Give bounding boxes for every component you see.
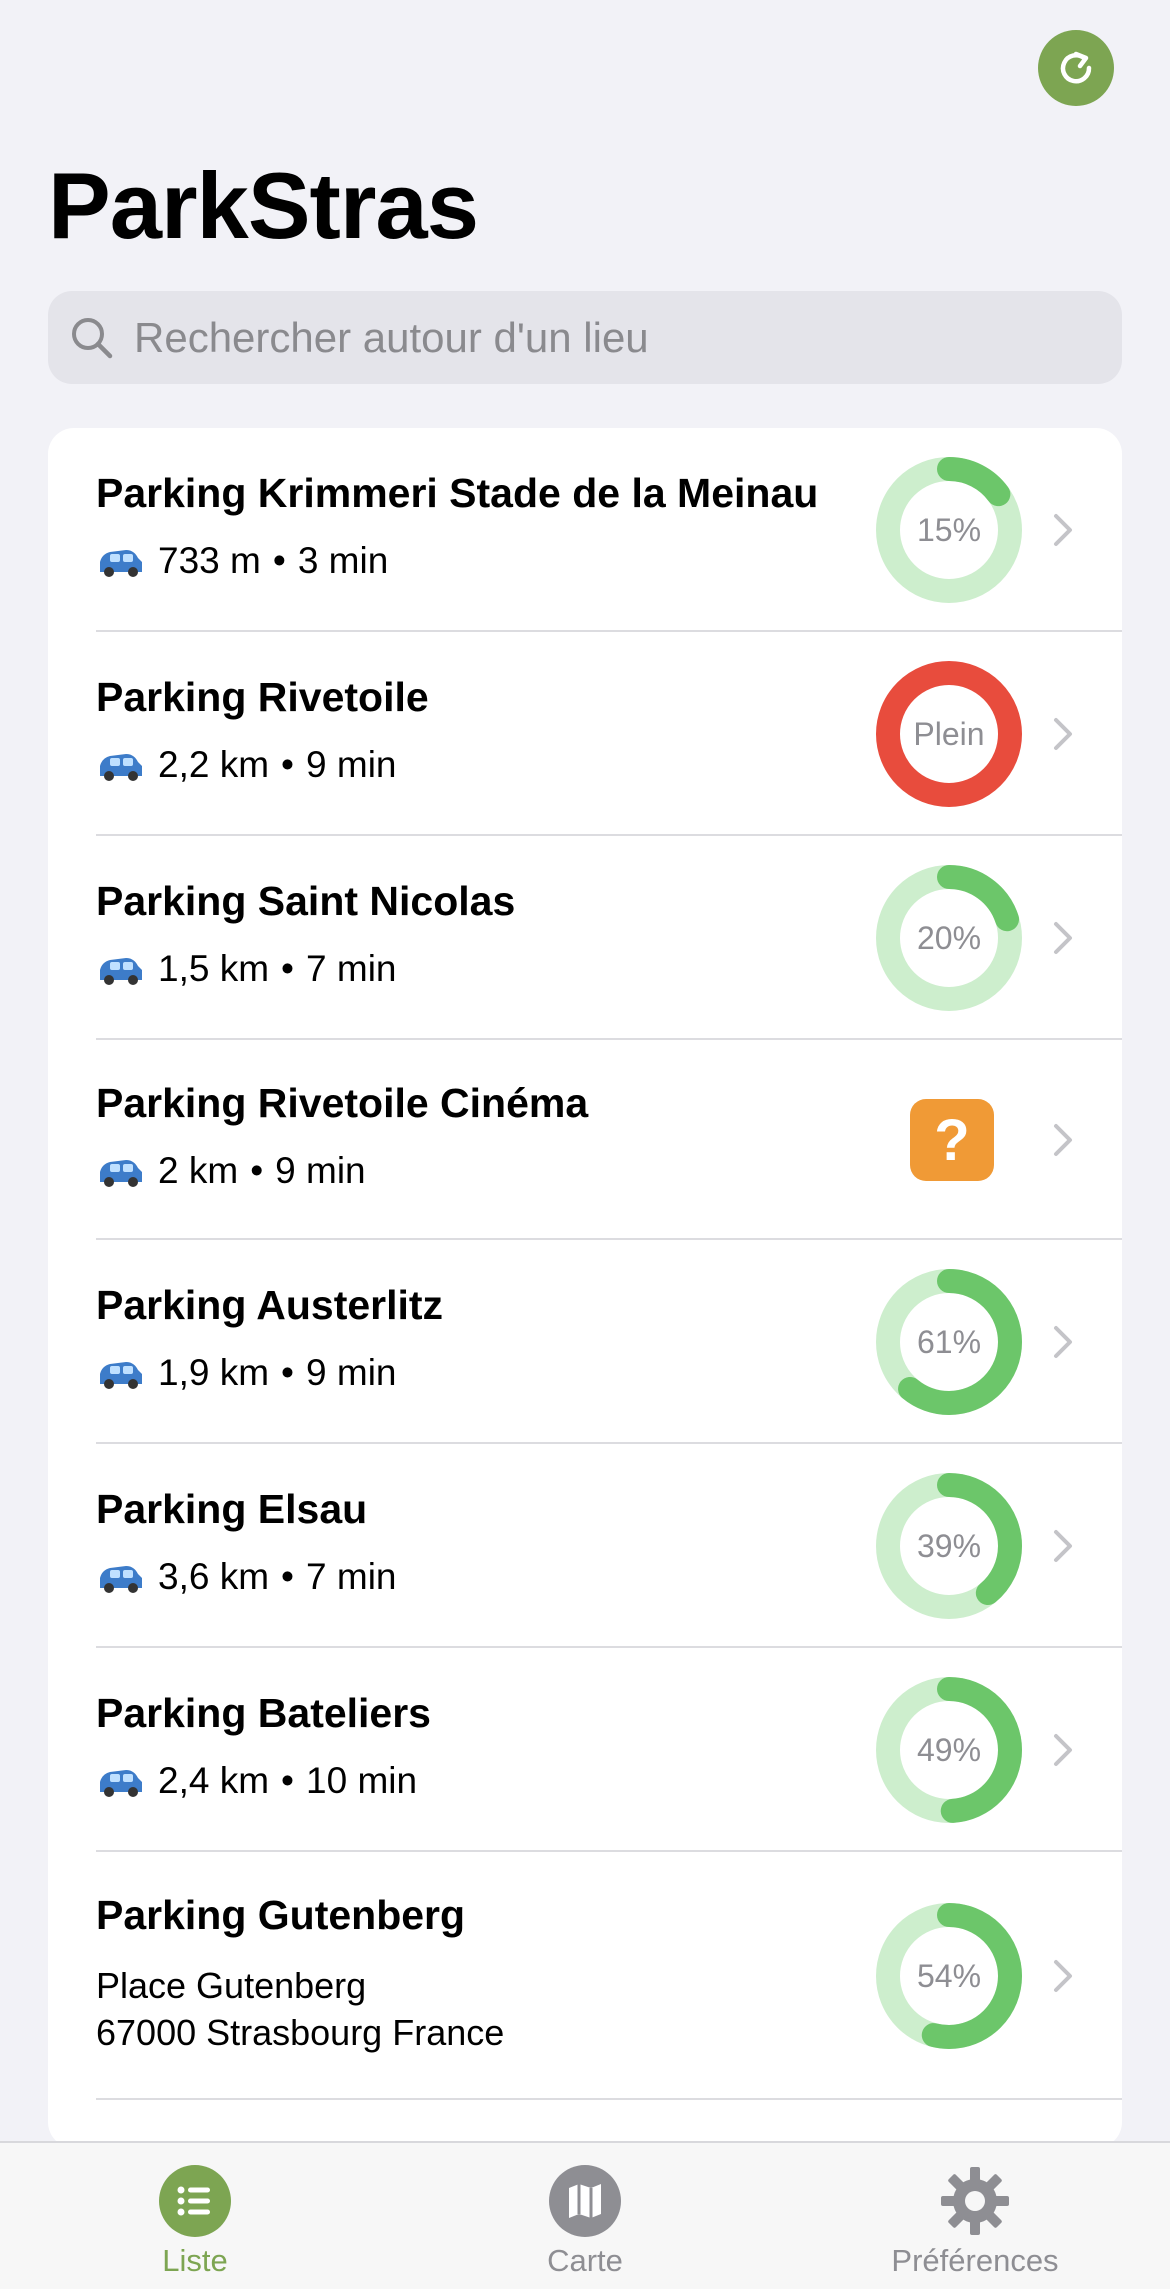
parking-distance: 733 m: [158, 540, 261, 581]
parking-distance: 3,6 km: [158, 1556, 270, 1597]
tab-label: Carte: [547, 2243, 623, 2278]
unknown-status-badge: ?: [910, 1099, 994, 1181]
occupancy-label: 39%: [916, 1527, 982, 1564]
occupancy-label: 54%: [916, 1957, 982, 1994]
list-icon: [159, 2165, 231, 2237]
parking-address-line1: Place Gutenberg: [96, 1965, 367, 2006]
car-icon: [100, 1362, 142, 1389]
separator-dot: •: [281, 744, 295, 785]
separator-dot: •: [250, 1150, 264, 1191]
separator-dot: •: [281, 1760, 295, 1801]
chevron-right-icon: [1054, 1530, 1072, 1562]
parking-name: Parking Krimmeri Stade de la Meinau: [96, 470, 819, 516]
page-title: ParkStras: [48, 153, 479, 258]
occupancy-gauge: 15%: [876, 457, 1022, 603]
search-icon: [72, 317, 113, 358]
parking-name: Parking Elsau: [96, 1486, 368, 1532]
occupancy-gauge: 49%: [876, 1677, 1022, 1823]
parking-time: 10 min: [306, 1760, 418, 1801]
parking-name: Parking Rivetoile: [96, 674, 429, 720]
parking-name: Parking Austerlitz: [96, 1282, 444, 1328]
chevron-right-icon: [1054, 1960, 1072, 1992]
parking-time: 3 min: [297, 540, 389, 581]
parking-row[interactable]: Parking Gutenberg Place Gutenberg 67000 …: [48, 1852, 1122, 2100]
car-icon: [100, 550, 142, 577]
occupancy-label: 49%: [916, 1731, 982, 1768]
parking-time: 9 min: [306, 744, 397, 785]
tab-carte[interactable]: Carte: [500, 2143, 670, 2289]
chevron-right-icon: [1054, 1124, 1072, 1156]
car-icon: [100, 1160, 142, 1187]
parking-distance: 2,4 km: [158, 1760, 270, 1801]
parking-row[interactable]: Parking Austerlitz 1,9 km • 9 min 61%: [48, 1240, 1122, 1444]
parking-name: Parking Bateliers: [96, 1690, 431, 1736]
refresh-button[interactable]: [1038, 30, 1114, 106]
car-icon: [100, 754, 142, 781]
parking-name: Parking Gutenberg: [96, 1892, 466, 1938]
parking-row[interactable]: Parking Bateliers 2,4 km • 10 min 49%: [48, 1648, 1122, 1852]
chevron-right-icon: [1054, 1326, 1072, 1358]
parking-row[interactable]: Parking Rivetoile 2,2 km • 9 min Plein: [48, 632, 1122, 836]
tab-label: Préférences: [891, 2243, 1059, 2278]
chevron-right-icon: [1054, 514, 1072, 546]
occupancy-gauge: 39%: [876, 1473, 1022, 1619]
separator-dot: •: [281, 948, 295, 989]
map-icon: [549, 2165, 621, 2237]
parking-travel-info: 1,5 km • 7 min: [96, 948, 397, 990]
search-bar[interactable]: [48, 291, 1122, 384]
parking-address-line2: 67000 Strasbourg France: [96, 2012, 505, 2053]
parking-name: Parking Rivetoile Cinéma: [96, 1080, 589, 1126]
separator-dot: •: [281, 1556, 295, 1597]
occupancy-label: 15%: [916, 511, 982, 548]
tab-liste[interactable]: Liste: [110, 2143, 280, 2289]
car-icon: [100, 958, 142, 985]
chevron-right-icon: [1054, 1734, 1072, 1766]
app-screen: ParkStras Parking Krimmeri Stade de la M…: [0, 0, 1170, 2289]
car-icon: [100, 1566, 142, 1593]
car-icon: [100, 1770, 142, 1797]
tab-label: Liste: [162, 2243, 228, 2278]
parking-name: Parking Saint Nicolas: [96, 878, 516, 924]
parking-travel-info: 2 km • 9 min: [96, 1150, 366, 1192]
parking-time: 9 min: [275, 1150, 366, 1191]
parking-list: Parking Krimmeri Stade de la Meinau 733 …: [48, 428, 1122, 2148]
parking-row[interactable]: Parking Krimmeri Stade de la Meinau 733 …: [48, 428, 1122, 632]
occupancy-gauge: Plein: [876, 661, 1022, 807]
occupancy-label: 61%: [916, 1323, 982, 1360]
chevron-right-icon: [1054, 922, 1072, 954]
parking-distance: 1,9 km: [158, 1352, 270, 1393]
parking-travel-info: 2,2 km • 9 min: [96, 744, 397, 786]
parking-travel-info: 3,6 km • 7 min: [96, 1556, 397, 1598]
tab-preferences[interactable]: Préférences: [860, 2143, 1090, 2289]
occupancy-label: Plein: [913, 715, 985, 752]
gear-icon: [939, 2165, 1011, 2237]
separator-dot: •: [272, 540, 286, 581]
parking-travel-info: 1,9 km • 9 min: [96, 1352, 397, 1394]
parking-row[interactable]: Parking Rivetoile Cinéma 2 km • 9 min ?: [48, 1040, 1122, 1240]
parking-travel-info: 2,4 km • 10 min: [96, 1760, 417, 1802]
occupancy-label: 20%: [916, 919, 982, 956]
occupancy-gauge: 61%: [876, 1269, 1022, 1415]
refresh-icon: [1060, 51, 1092, 84]
parking-distance: 2 km: [158, 1150, 239, 1191]
chevron-right-icon: [1054, 718, 1072, 750]
occupancy-gauge: 20%: [876, 865, 1022, 1011]
parking-time: 7 min: [306, 1556, 397, 1597]
parking-distance: 1,5 km: [158, 948, 270, 989]
parking-row[interactable]: Parking Elsau 3,6 km • 7 min 39%: [48, 1444, 1122, 1648]
row-divider: [96, 2098, 1122, 2100]
parking-distance: 2,2 km: [158, 744, 270, 785]
parking-time: 7 min: [306, 948, 397, 989]
separator-dot: •: [281, 1352, 295, 1393]
search-input[interactable]: [134, 297, 1122, 378]
parking-row[interactable]: Parking Saint Nicolas 1,5 km • 7 min 20%: [48, 836, 1122, 1040]
parking-time: 9 min: [306, 1352, 397, 1393]
tab-bar: Liste Carte Préférences: [0, 2141, 1170, 2289]
occupancy-gauge: 54%: [876, 1903, 1022, 2049]
parking-travel-info: 733 m • 3 min: [96, 540, 388, 582]
